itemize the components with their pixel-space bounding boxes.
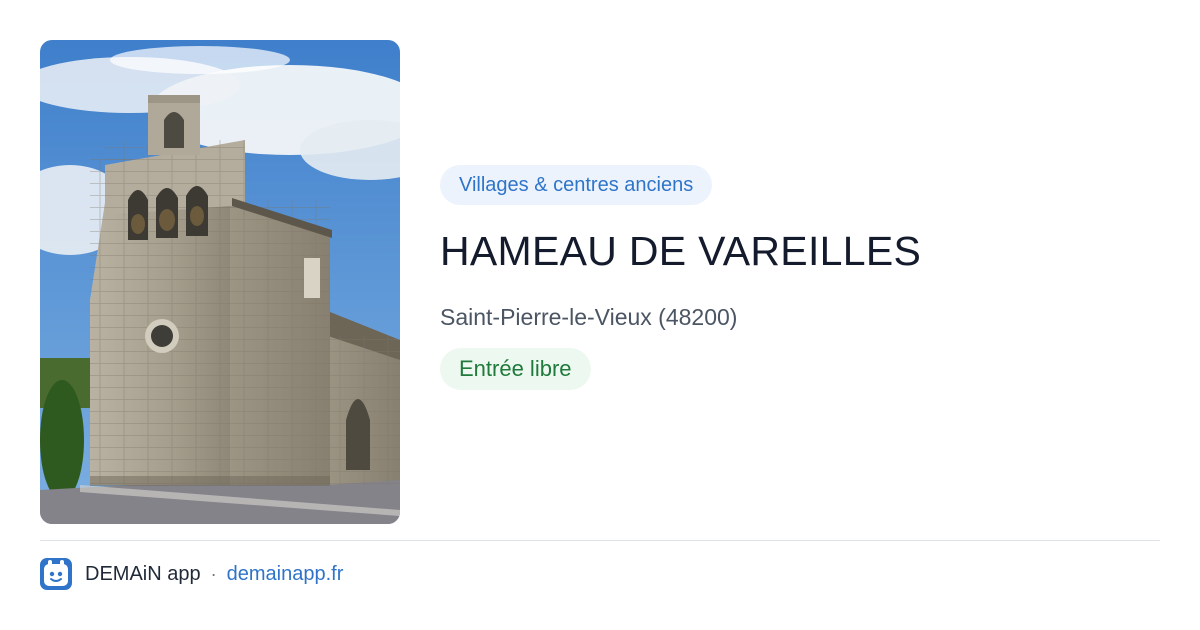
app-logo-icon [40, 558, 72, 590]
app-name: DEMAiN app [85, 562, 201, 585]
place-info: Villages & centres anciens HAMEAU DE VAR… [440, 165, 1160, 390]
access-badge: Entrée libre [440, 348, 591, 390]
footer-divider [40, 540, 1160, 541]
place-address: Saint-Pierre-le-Vieux (48200) [440, 304, 738, 330]
category-tag[interactable]: Villages & centres anciens [440, 165, 713, 205]
place-title: HAMEAU DE VAREILLES [440, 228, 922, 274]
footer: DEMAiN app · demainapp.fr [40, 557, 343, 591]
place-photo [40, 40, 400, 524]
footer-separator: · [210, 563, 217, 584]
app-domain-link[interactable]: demainapp.fr [227, 563, 344, 586]
